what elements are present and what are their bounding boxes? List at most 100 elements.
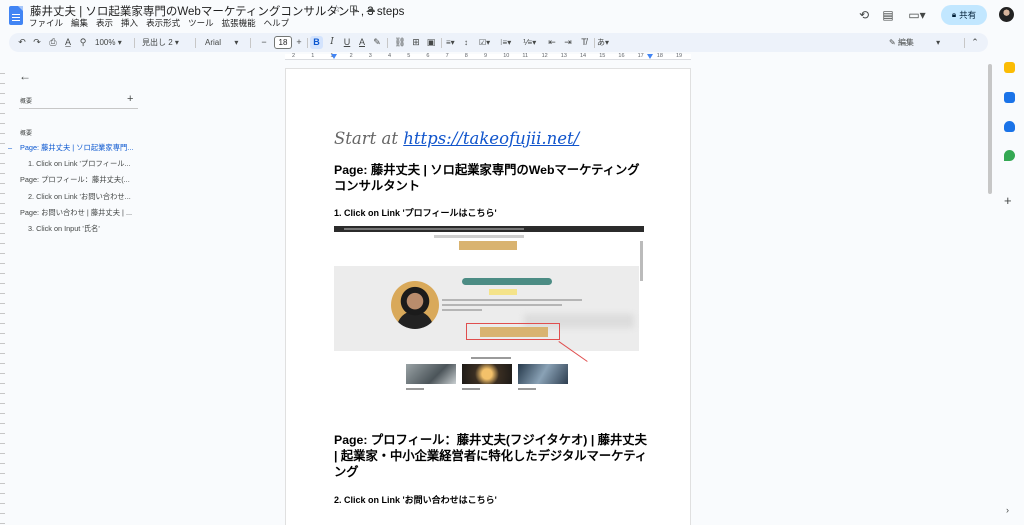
- star-icon[interactable]: ☆: [331, 4, 342, 15]
- decrease-font-size-icon[interactable]: −: [258, 36, 270, 49]
- image-icon[interactable]: ▣: [425, 36, 437, 49]
- ruler-number: 3: [368, 53, 372, 59]
- numbered-list-icon[interactable]: ⅟≡▾: [523, 36, 536, 49]
- decrease-indent-icon[interactable]: ⇤: [546, 36, 558, 49]
- add-addon-icon[interactable]: +: [1004, 193, 1012, 208]
- share-button[interactable]: 🔒︎ 共有: [941, 5, 987, 25]
- chevron-right-icon[interactable]: ›: [1006, 505, 1009, 515]
- left-indent-marker[interactable]: [331, 54, 337, 59]
- highlight-icon[interactable]: ✎: [371, 36, 383, 49]
- outline-item[interactable]: 3. Click on Input '氏名': [28, 224, 148, 234]
- screenshot-caption: [406, 388, 424, 390]
- add-tab-icon[interactable]: +: [127, 93, 133, 105]
- link-icon[interactable]: ⛓: [394, 36, 406, 49]
- underline-button[interactable]: U: [341, 36, 353, 49]
- history-icon[interactable]: ⟲: [857, 8, 871, 22]
- bold-button[interactable]: B: [310, 36, 323, 49]
- outline-item[interactable]: 1. Click on Link 'プロフィール...: [28, 159, 148, 169]
- outline-item[interactable]: – Page: 藤井丈夫 | ソロ起業家専門...: [8, 143, 140, 153]
- screenshot-menu-title: [471, 357, 511, 359]
- right-indent-marker[interactable]: [647, 54, 653, 59]
- keep-icon[interactable]: [1004, 62, 1015, 73]
- ruler-number: 9: [484, 53, 488, 59]
- ruler-number: 1: [311, 53, 315, 59]
- title-actions: ☆ ⊡ ☁: [331, 4, 376, 15]
- document-outline: ← 概要 + 概要 – Page: 藤井丈夫 | ソロ起業家専門... 1. Cli…: [8, 64, 148, 525]
- ruler-number: 15: [599, 53, 606, 59]
- clear-format-icon[interactable]: T̸: [578, 36, 590, 49]
- line-spacing-icon[interactable]: ↕: [464, 36, 468, 49]
- style-select[interactable]: 見出し 2 ▾: [142, 36, 179, 49]
- menu-view[interactable]: 表示: [96, 17, 113, 29]
- increase-indent-icon[interactable]: ⇥: [562, 36, 574, 49]
- ruler-track: [285, 54, 691, 60]
- outline-item[interactable]: Page: お問い合わせ | 藤井丈夫 | ...: [20, 208, 140, 218]
- folder-icon[interactable]: ⊡: [348, 4, 359, 15]
- chevron-up-icon[interactable]: ⌃: [969, 36, 981, 49]
- menu-format[interactable]: 表示形式: [146, 17, 180, 29]
- title-bar: 藤井丈夫 | ソロ起業家専門のWebマーケティングコンサルタント, 3 step…: [0, 0, 1024, 30]
- menu-edit[interactable]: 編集: [71, 17, 88, 29]
- cloud-icon[interactable]: ☁: [365, 4, 376, 15]
- ruler-number: 16: [618, 53, 625, 59]
- font-select[interactable]: Arial ▾: [205, 36, 238, 49]
- comment-icon[interactable]: ▤: [881, 8, 895, 22]
- video-icon[interactable]: ▭▾: [907, 8, 927, 22]
- screenshot-thumbnail: [462, 364, 512, 384]
- font-size-input[interactable]: 18: [274, 36, 292, 49]
- outline-item[interactable]: Page: プロフィール：藤井丈夫(...: [20, 175, 140, 185]
- screenshot-button: [459, 241, 517, 250]
- lock-icon: 🔒︎: [951, 10, 957, 19]
- screenshot-text: [442, 299, 582, 301]
- input-tools-icon[interactable]: あ▾: [597, 36, 609, 49]
- page2-heading: Page: プロフィール：藤井丈夫(フジイタケオ) | 藤井丈夫 | 起業家・中…: [334, 433, 648, 479]
- redo-icon[interactable]: ↷: [31, 36, 43, 49]
- divider: [134, 38, 135, 48]
- text-color-button[interactable]: A: [356, 36, 368, 49]
- avatar[interactable]: [999, 7, 1014, 22]
- divider: [964, 38, 965, 48]
- ruler-number: 18: [656, 53, 663, 59]
- horizontal-ruler[interactable]: 2 1 1 2 3 4 5 6 7 8 9 10 11 12 13 14 15 16 17 18 19: [285, 53, 691, 61]
- outline-item[interactable]: 2. Click on Link 'お問い合わせ...: [28, 192, 148, 202]
- align-icon[interactable]: ≡▾: [446, 36, 455, 49]
- undo-icon[interactable]: ↶: [16, 36, 28, 49]
- screenshot-name-tag: [489, 289, 517, 295]
- menu-help[interactable]: ヘルプ: [264, 17, 290, 29]
- page1-heading: Page: 藤井丈夫 | ソロ起業家専門のWebマーケティングコンサルタント: [334, 163, 640, 193]
- tasks-icon[interactable]: [1004, 92, 1015, 103]
- paint-format-icon[interactable]: ⚲: [77, 36, 89, 49]
- document-scrollbar[interactable]: [988, 64, 992, 194]
- italic-button[interactable]: I: [326, 36, 338, 49]
- menu-insert[interactable]: 挿入: [121, 17, 138, 29]
- screenshot-profile-photo: [391, 281, 439, 329]
- print-icon[interactable]: ⎙: [47, 36, 59, 49]
- ruler-number: 19: [676, 53, 683, 59]
- maps-icon[interactable]: [1004, 150, 1015, 161]
- checklist-icon[interactable]: ☑▾: [479, 36, 490, 49]
- outline-header: 概要: [20, 99, 33, 105]
- contacts-icon[interactable]: [1004, 121, 1015, 132]
- divider: [594, 38, 595, 48]
- ruler-number: 2: [349, 53, 353, 59]
- menu-extensions[interactable]: 拡張機能: [222, 17, 256, 29]
- start-link[interactable]: https://takeofujii.net/: [403, 129, 579, 148]
- screenshot-browser-bar: [334, 226, 644, 232]
- ruler-number: 12: [541, 53, 548, 59]
- increase-font-size-icon[interactable]: +: [293, 36, 305, 49]
- docs-logo-icon[interactable]: [9, 6, 23, 25]
- edit-mode-select[interactable]: ✎ 編集 ▾: [889, 36, 940, 49]
- ruler-number: 8: [464, 53, 468, 59]
- screenshot-text: [442, 309, 482, 311]
- bulleted-list-icon[interactable]: ⁝≡▾: [500, 36, 511, 49]
- menu-file[interactable]: ファイル: [29, 17, 63, 29]
- comment-add-icon[interactable]: ⊞: [410, 36, 422, 49]
- menu-tools[interactable]: ツール: [188, 17, 214, 29]
- document-page[interactable]: Start at https://takeofujii.net/ Page: 藤…: [285, 68, 691, 525]
- start-line: Start at https://takeofujii.net/: [334, 129, 579, 148]
- spellcheck-icon[interactable]: A̲: [62, 36, 74, 49]
- zoom-select[interactable]: 100% ▾: [95, 36, 122, 49]
- screenshot-scrollbar: [640, 241, 643, 281]
- start-prefix: Start at: [334, 129, 404, 148]
- back-arrow-icon[interactable]: ←: [19, 69, 31, 83]
